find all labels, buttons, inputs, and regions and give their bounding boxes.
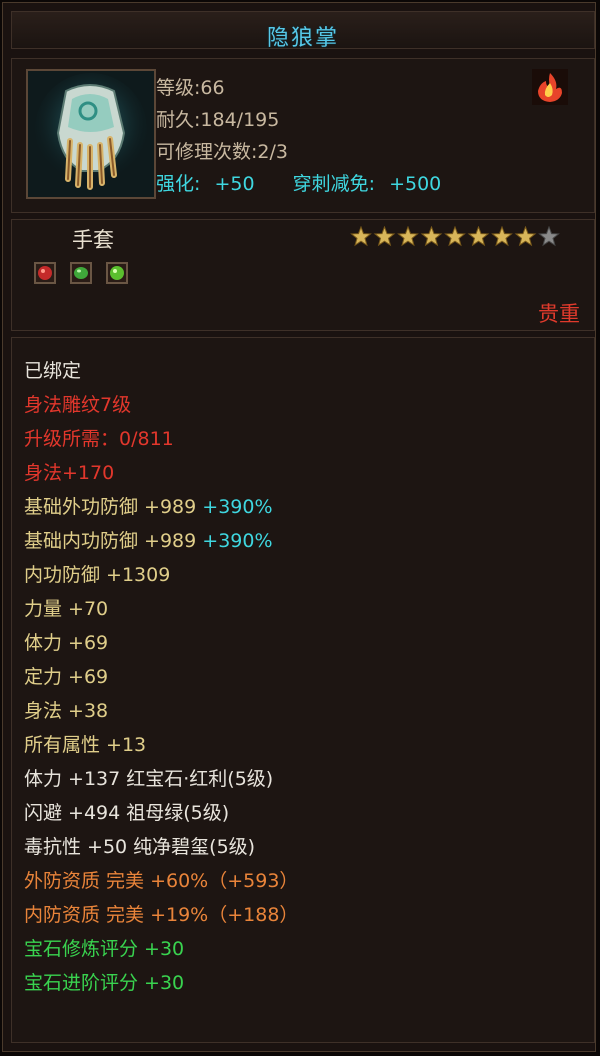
attribute-text: 升级所需：0/811 (24, 428, 174, 450)
attribute-bonus: +390% (196, 530, 273, 552)
attribute-line: 闪避 +494 祖母绿(5级) (24, 802, 229, 824)
durability-stat: 耐久:184/195 (156, 109, 280, 131)
star-filled-icon (514, 226, 537, 247)
attribute-line: 身法+170 (24, 462, 114, 484)
attribute-list: 已绑定身法雕纹7级升级所需：0/811 身法+170 基础外功防御 +989 +39… (11, 337, 595, 1043)
star-rating (350, 226, 564, 248)
valuable-label: 贵重 (538, 302, 580, 326)
attribute-text: 力量 +70 (24, 598, 109, 620)
attribute-line: 内功防御 +1309 (24, 564, 170, 586)
attribute-line: 毒抗性 +50 纯净碧玺(5级) (24, 836, 255, 858)
attribute-text: 宝石修炼评分 +30 (24, 938, 185, 960)
enhance-stat: 强化: +50 穿刺减免: +500 (156, 169, 441, 196)
repair-stat: 可修理次数:2/3 (156, 141, 288, 163)
attribute-line: 体力 +69 (24, 632, 108, 654)
star-filled-icon (467, 226, 490, 247)
attribute-line: 基础内功防御 +989 +390% (24, 530, 273, 552)
red-gem-icon[interactable] (34, 262, 56, 284)
attribute-text: 所有属性 +13 (24, 734, 147, 756)
star-empty-icon (538, 226, 560, 247)
attribute-line: 宝石修炼评分 +30 (24, 938, 184, 960)
attribute-text: 定力 +69 (24, 666, 109, 688)
star-filled-icon (444, 226, 466, 247)
attribute-line: 定力 +69 (24, 666, 108, 688)
attribute-line: 宝石进阶评分 +30 (24, 972, 184, 994)
enhance-label: 强化: (156, 173, 201, 195)
green-gem-icon[interactable] (106, 262, 128, 284)
attribute-line: 升级所需：0/811 (24, 428, 174, 450)
item-subheader: 手套 贵重 (11, 219, 595, 331)
attribute-text: 已绑定 (24, 360, 82, 382)
attribute-text: 体力 +69 (24, 632, 109, 654)
attribute-text: 外防资质 完美 +60%（+593） (24, 870, 299, 892)
attribute-text: 内功防御 +1309 (24, 564, 171, 586)
attribute-line: 基础外功防御 +989 +390% (24, 496, 273, 518)
pierce-value: +500 (389, 173, 442, 195)
attribute-text: 内防资质 完美 +19%（+188） (24, 904, 299, 926)
attribute-text: 宝石进阶评分 +30 (24, 972, 185, 994)
enhance-value: +50 (214, 173, 255, 195)
attribute-line: 已绑定 (24, 360, 81, 382)
item-type: 手套 (72, 228, 114, 252)
attribute-text: 身法雕纹7级 (24, 394, 132, 416)
glove-icon[interactable] (26, 69, 156, 199)
attribute-text: 身法 +38 (24, 700, 109, 722)
pierce-label: 穿刺减免: (292, 173, 376, 195)
attribute-text: 闪避 +494 祖母绿(5级) (24, 802, 230, 824)
green-gem-icon[interactable] (70, 262, 92, 284)
attribute-text: 基础外功防御 +989 (24, 496, 197, 518)
attribute-line: 力量 +70 (24, 598, 108, 620)
item-title: 隐狼掌 (266, 26, 339, 51)
star-filled-icon (491, 226, 513, 247)
star-filled-icon (420, 226, 443, 247)
attribute-bonus: +390% (196, 496, 273, 518)
star-filled-icon (373, 226, 396, 247)
item-header: 等级:66 耐久:184/195 可修理次数:2/3 强化: +50 穿刺减免:… (11, 58, 595, 213)
attribute-line: 所有属性 +13 (24, 734, 146, 756)
level-stat: 等级:66 (156, 77, 225, 99)
star-filled-icon (350, 226, 372, 247)
attribute-text: 身法+170 (24, 462, 115, 484)
fire-icon (532, 69, 568, 105)
star-filled-icon (397, 226, 419, 247)
attribute-text: 毒抗性 +50 纯净碧玺(5级) (24, 836, 256, 858)
attribute-line: 身法 +38 (24, 700, 108, 722)
item-tooltip: 隐狼掌 等级:66 耐久:184/195 可修理次数:2/3 强化: +50 穿… (2, 2, 596, 1052)
attribute-line: 身法雕纹7级 (24, 394, 131, 416)
attribute-text: 体力 +137 红宝石·红利(5级) (24, 768, 274, 790)
attribute-text: 基础内功防御 +989 (24, 530, 197, 552)
attribute-line: 外防资质 完美 +60%（+593） (24, 870, 298, 892)
title-bar: 隐狼掌 (11, 11, 595, 51)
attribute-line: 内防资质 完美 +19%（+188） (24, 904, 298, 926)
attribute-line: 体力 +137 红宝石·红利(5级) (24, 768, 273, 790)
